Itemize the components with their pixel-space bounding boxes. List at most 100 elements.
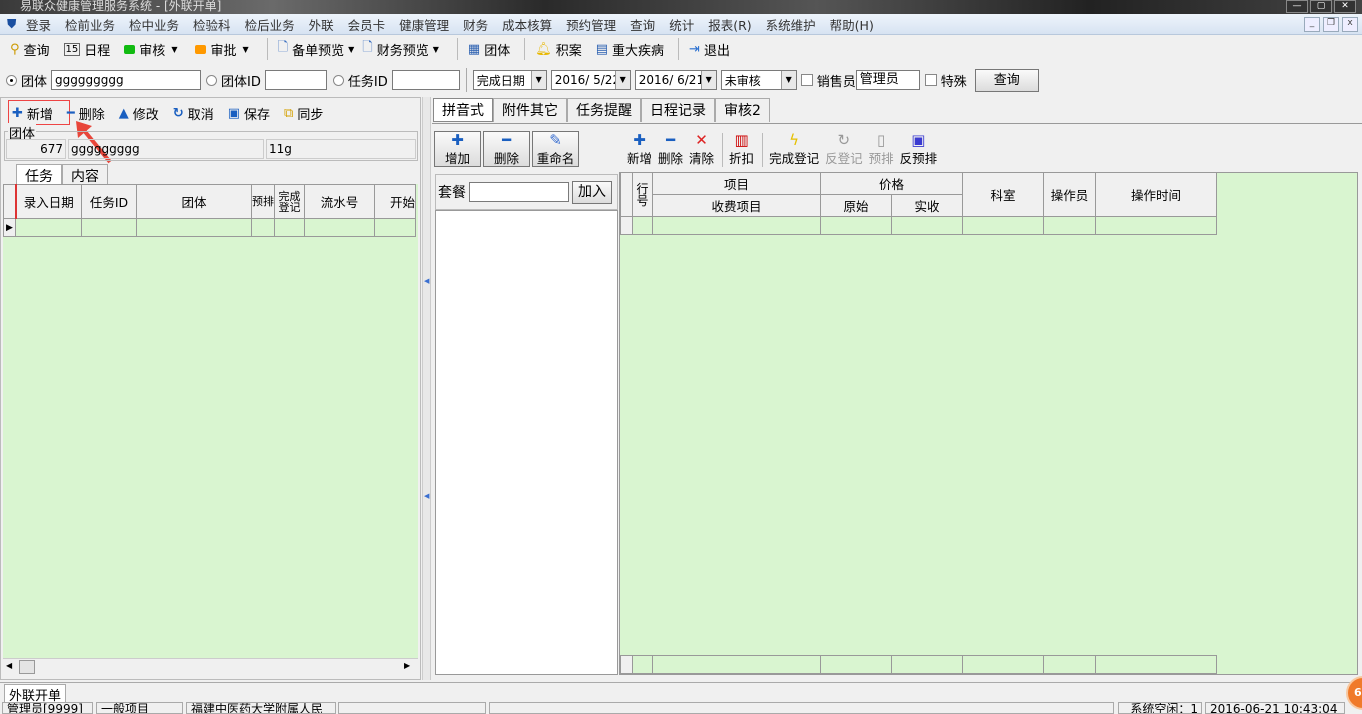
table-row[interactable]: ▶: [3, 218, 416, 237]
menu-item[interactable]: 成本核算: [502, 15, 552, 34]
cancel-button[interactable]: ↻ 取消: [173, 104, 214, 123]
menu-item[interactable]: 统计: [669, 15, 694, 34]
scroll-left-icon[interactable]: ◀: [6, 661, 12, 670]
delete-package-button[interactable]: ━ 删除: [483, 131, 530, 167]
audit-button[interactable]: 审核 ▼: [124, 40, 181, 59]
mdi-minimize-button[interactable]: _: [1304, 17, 1320, 32]
collapse-left-icon[interactable]: ◀: [424, 492, 429, 500]
save-button[interactable]: ▣ 保存: [228, 104, 270, 123]
menu-item[interactable]: 检后业务: [245, 15, 295, 34]
add-package-button[interactable]: ✚ 增加: [434, 131, 481, 167]
menu-item[interactable]: 健康管理: [399, 15, 449, 34]
menu-item[interactable]: 会员卡: [348, 15, 386, 34]
package-list[interactable]: [435, 210, 618, 675]
finance-preview-button[interactable]: 🗋 财务预览 ▼: [362, 38, 443, 60]
new-item-button[interactable]: ✚ 新增: [627, 132, 652, 167]
audit-status-select[interactable]: 未审核 ▼: [720, 70, 797, 90]
approve-button[interactable]: 审批 ▼: [195, 40, 252, 59]
task-id-input[interactable]: [391, 70, 460, 90]
tab-schedule-log[interactable]: 日程记录: [641, 98, 715, 122]
major-disease-button[interactable]: ▤ 重大疾病: [596, 40, 664, 59]
menu-item[interactable]: 财务: [463, 15, 488, 34]
tab-attachments[interactable]: 附件其它: [493, 98, 567, 122]
salesperson-checkbox[interactable]: [800, 74, 813, 86]
scroll-right-icon[interactable]: ▶: [404, 661, 410, 670]
maximize-button[interactable]: ▢: [1310, 0, 1332, 13]
col-actual-price[interactable]: 实收: [891, 194, 963, 217]
query-button[interactable]: ⚲ 查询: [10, 40, 50, 59]
mdi-close-button[interactable]: x: [1342, 17, 1358, 32]
menu-item[interactable]: 帮助(H): [830, 15, 874, 34]
menu-item[interactable]: 外联: [309, 15, 334, 34]
menu-item[interactable]: 登录: [26, 15, 51, 34]
group-input[interactable]: ggggggggg: [51, 70, 202, 90]
col-row-no[interactable]: 行号: [632, 172, 653, 217]
col-serial-no[interactable]: 流水号: [304, 184, 375, 219]
splitter[interactable]: ◀ ◀: [422, 97, 431, 680]
audit-status-value: 未审核: [724, 73, 761, 88]
col-task-id[interactable]: 任务ID: [81, 184, 137, 219]
delete-item-button[interactable]: ━ 删除: [658, 132, 683, 167]
col-operator[interactable]: 操作员: [1043, 172, 1096, 217]
task-id-radio[interactable]: [332, 74, 344, 86]
collapse-left-icon[interactable]: ◀: [424, 277, 429, 285]
discount-button[interactable]: ▥ 折扣: [729, 132, 754, 167]
exit-button[interactable]: ⇥ 退出: [689, 40, 730, 59]
complete-register-button[interactable]: ϟ 完成登记: [769, 132, 819, 167]
menu-item[interactable]: 检中业务: [129, 15, 179, 34]
menu-item[interactable]: 检验科: [193, 15, 231, 34]
tab-pinyin[interactable]: 拼音式: [433, 98, 493, 122]
minimize-button[interactable]: —: [1286, 0, 1308, 13]
tab-task-reminder[interactable]: 任务提醒: [567, 98, 641, 122]
schedule-button[interactable]: 15 日程: [63, 40, 110, 59]
add-package-to-list-button[interactable]: 加入: [572, 180, 612, 204]
menu-item[interactable]: 检前业务: [65, 15, 115, 34]
unregister-button[interactable]: ↻ 反登记: [825, 132, 863, 167]
col-complete-register[interactable]: 完成登记: [274, 184, 305, 219]
date-to-picker[interactable]: 2016/ 6/21 ▼: [634, 70, 717, 90]
col-fee-item[interactable]: 收费项目: [652, 194, 821, 217]
tab-outreach-order[interactable]: 外联开单: [4, 684, 67, 704]
new-button[interactable]: ✚ 新增: [12, 104, 53, 123]
package-input[interactable]: [469, 182, 569, 202]
group-id-radio[interactable]: [206, 74, 218, 86]
menu-item[interactable]: 报表(R): [708, 15, 751, 34]
group-button[interactable]: ▦ 团体: [468, 40, 510, 59]
prearrange-button[interactable]: ▯ 预排: [869, 132, 894, 167]
date-to-value: 2016/ 6/21: [638, 73, 705, 87]
col-dept[interactable]: 科室: [962, 172, 1044, 217]
group-name-value: ggggggggg: [68, 139, 264, 159]
table-row[interactable]: [620, 216, 1217, 235]
close-button[interactable]: ✕: [1334, 0, 1356, 13]
salesperson-input[interactable]: 管理员: [855, 70, 920, 90]
menu-item[interactable]: 查询: [630, 15, 655, 34]
col-op-time[interactable]: 操作时间: [1095, 172, 1217, 217]
tab-audit2[interactable]: 审核2: [715, 98, 770, 122]
backlog-button[interactable]: 🔔︎ 积案: [535, 40, 582, 59]
cancel-prearrange-button[interactable]: ▣ 反预排: [900, 132, 938, 167]
col-prearrange[interactable]: 预排: [251, 184, 275, 219]
date-from-picker[interactable]: 2016/ 5/22 ▼: [550, 70, 631, 90]
rename-package-button[interactable]: ✎ 重命名: [532, 131, 579, 167]
clear-items-button[interactable]: ✕ 清除: [689, 132, 714, 167]
group-id-input[interactable]: [264, 70, 327, 90]
query-submit-button[interactable]: 查询: [974, 68, 1039, 92]
edit-button[interactable]: ▲ 修改: [119, 104, 159, 123]
group-radio[interactable]: [6, 74, 17, 86]
col-price[interactable]: 价格: [820, 172, 963, 195]
col-start[interactable]: 开始: [374, 184, 416, 219]
menu-item[interactable]: 预约管理: [566, 15, 616, 34]
special-checkbox[interactable]: [924, 74, 937, 86]
col-original-price[interactable]: 原始: [820, 194, 892, 217]
col-entry-date[interactable]: 录入日期: [14, 184, 82, 219]
dropdown-arrow-icon: ▼: [614, 71, 630, 89]
menu-item[interactable]: 系统维护: [766, 15, 816, 34]
date-type-select[interactable]: 完成日期 ▼: [472, 70, 547, 90]
col-item[interactable]: 项目: [652, 172, 821, 195]
scroll-thumb[interactable]: [19, 660, 35, 674]
sync-button[interactable]: ⧉ 同步: [284, 104, 323, 123]
mdi-restore-button[interactable]: ❐: [1323, 17, 1339, 32]
horizontal-scrollbar[interactable]: ◀ ▶: [3, 658, 418, 675]
order-preview-button[interactable]: 🗋 备单预览 ▼: [278, 38, 359, 60]
col-group[interactable]: 团体: [136, 184, 252, 219]
